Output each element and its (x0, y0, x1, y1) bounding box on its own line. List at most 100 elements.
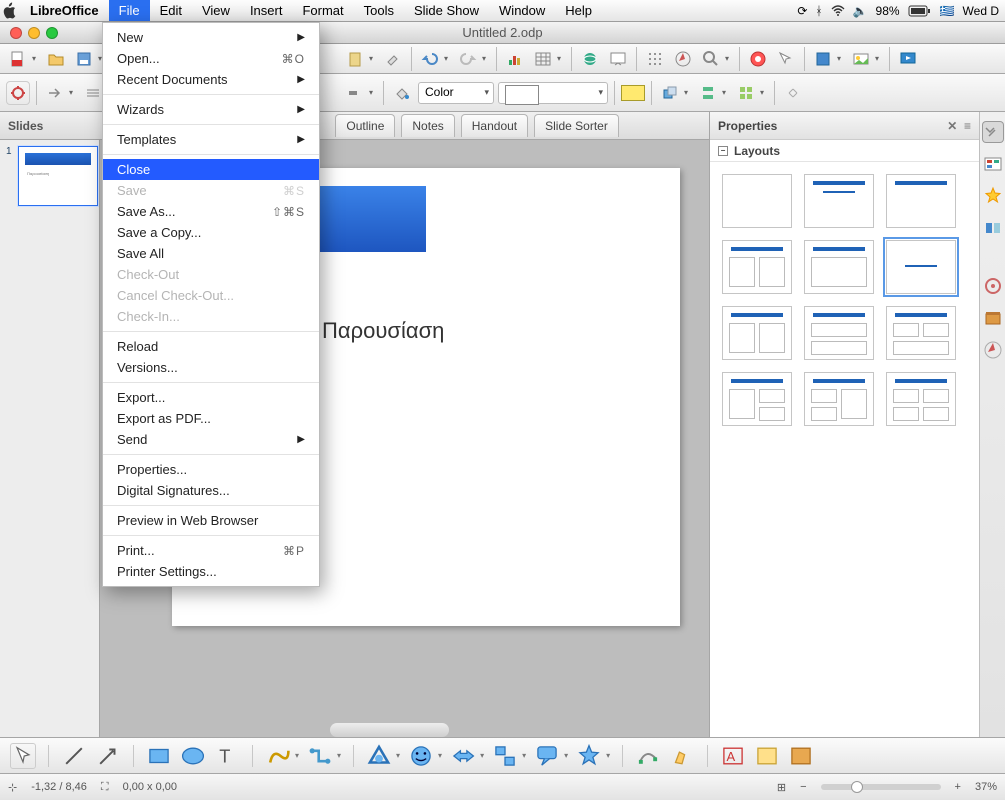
menu-file-versions[interactable]: Versions... (103, 357, 319, 378)
menu-file-exportpdf[interactable]: Export as PDF... (103, 408, 319, 429)
line-tool[interactable] (61, 743, 87, 769)
layout-obj-text[interactable] (722, 372, 792, 426)
from-file-tool[interactable] (754, 743, 780, 769)
menu-file-recent[interactable]: Recent Documents▶ (103, 69, 319, 90)
menu-tools[interactable]: Tools (354, 0, 404, 21)
arrow-style-dropdown[interactable]: ▾ (69, 88, 77, 97)
undo-dropdown[interactable]: ▾ (444, 54, 452, 63)
menu-file-reload[interactable]: Reload (103, 336, 319, 357)
arrange-dropdown[interactable]: ▾ (684, 88, 692, 97)
help-button[interactable] (746, 47, 770, 71)
arrange-button[interactable] (658, 81, 682, 105)
gallery-button[interactable] (849, 47, 873, 71)
rectangle-tool[interactable] (146, 743, 172, 769)
apple-menu[interactable] (0, 1, 20, 21)
save-button[interactable] (72, 47, 96, 71)
fill-color-combo[interactable]: ▾ (498, 82, 608, 104)
tab-handout[interactable]: Handout (461, 114, 528, 137)
sidebar-navigator-icon[interactable] (983, 340, 1003, 360)
app-name[interactable]: LibreOffice (20, 0, 109, 21)
new-doc-button[interactable] (6, 47, 30, 71)
menu-file-templates[interactable]: Templates▶ (103, 129, 319, 150)
layout-two-content[interactable] (722, 240, 792, 294)
whatsthis-button[interactable] (774, 47, 798, 71)
callout-tool[interactable] (534, 743, 560, 769)
menu-window[interactable]: Window (489, 0, 555, 21)
menu-file-export[interactable]: Export... (103, 387, 319, 408)
menu-insert[interactable]: Insert (240, 0, 293, 21)
slide-thumbnail-1[interactable]: 1 Παρουσίαση (6, 146, 93, 206)
layout-centered-text[interactable] (886, 240, 956, 294)
curve-tool[interactable] (265, 743, 291, 769)
presentation-button[interactable] (606, 47, 630, 71)
line-end-dropdown[interactable]: ▾ (369, 88, 377, 97)
menu-file-print[interactable]: Print...⌘P (103, 540, 319, 561)
gluepoints-tool[interactable] (669, 743, 695, 769)
menu-file-savecopy[interactable]: Save a Copy... (103, 222, 319, 243)
sidebar-styles-icon[interactable] (983, 276, 1003, 296)
extrusion-tool[interactable] (788, 743, 814, 769)
star-tool[interactable] (576, 743, 602, 769)
fontwork-gallery-tool[interactable]: A (720, 743, 746, 769)
ellipse-tool[interactable] (180, 743, 206, 769)
menu-file-wizards[interactable]: Wizards▶ (103, 99, 319, 120)
block-arrows-tool[interactable] (450, 743, 476, 769)
menu-slideshow[interactable]: Slide Show (404, 0, 489, 21)
align-dropdown[interactable]: ▾ (722, 88, 730, 97)
paste-button[interactable] (343, 47, 367, 71)
layout-four-obj[interactable] (886, 372, 956, 426)
menu-file-close[interactable]: Close (103, 159, 319, 180)
table-dropdown[interactable]: ▾ (557, 54, 565, 63)
callout-dropdown[interactable]: ▾ (564, 751, 568, 760)
menu-file-saveall[interactable]: Save All (103, 243, 319, 264)
hyperlink-button[interactable] (578, 47, 602, 71)
menu-file-preview[interactable]: Preview in Web Browser (103, 510, 319, 531)
sidebar-animation-icon[interactable] (983, 186, 1003, 206)
horizontal-scrollbar[interactable] (330, 723, 449, 737)
shadow-button[interactable] (621, 85, 645, 101)
menu-file-printersettings[interactable]: Printer Settings... (103, 561, 319, 582)
interaction-button[interactable] (781, 81, 805, 105)
zoom-dropdown[interactable]: ▾ (725, 54, 733, 63)
zoom-fit-button[interactable]: ⊞ (777, 781, 786, 794)
star-dropdown[interactable]: ▾ (606, 751, 610, 760)
layout-content[interactable] (804, 240, 874, 294)
sidebar-master-icon[interactable] (983, 154, 1003, 174)
flowchart-tool[interactable] (492, 743, 518, 769)
arrow-line-tool[interactable] (95, 743, 121, 769)
layout-blank[interactable] (722, 174, 792, 228)
zoom-out-button[interactable]: − (800, 781, 806, 793)
align-button[interactable] (696, 81, 720, 105)
navigator-button[interactable] (671, 47, 695, 71)
properties-close[interactable]: ✕ ≡ (947, 119, 971, 133)
fontwork-button[interactable] (811, 47, 835, 71)
zoom-slider[interactable] (821, 784, 941, 790)
grid-button[interactable] (643, 47, 667, 71)
sidebar-gallery-icon[interactable] (983, 308, 1003, 328)
gallery-dropdown[interactable]: ▾ (875, 54, 883, 63)
menu-file-open[interactable]: Open...⌘O (103, 48, 319, 69)
fill-style-combo[interactable]: Color▾ (418, 82, 494, 104)
menu-view[interactable]: View (192, 0, 240, 21)
curve-dropdown[interactable]: ▾ (295, 751, 299, 760)
undo-button[interactable] (418, 47, 442, 71)
layout-two-content-tall[interactable] (722, 306, 792, 360)
text-tool[interactable]: T (214, 743, 240, 769)
tab-notes[interactable]: Notes (401, 114, 454, 137)
tab-slidesorter[interactable]: Slide Sorter (534, 114, 619, 137)
new-doc-dropdown[interactable]: ▾ (32, 54, 40, 63)
menu-file-saveas[interactable]: Save As...⇧⌘S (103, 201, 319, 222)
options-button[interactable] (6, 81, 30, 105)
block-arrows-dropdown[interactable]: ▾ (480, 751, 484, 760)
slideshow-button[interactable] (896, 47, 920, 71)
fill-bucket-button[interactable] (390, 81, 414, 105)
connector-tool[interactable] (307, 743, 333, 769)
layout-title-content[interactable] (804, 174, 874, 228)
redo-button[interactable] (456, 47, 480, 71)
layout-content-2[interactable] (804, 306, 874, 360)
menu-file-new[interactable]: New▶ (103, 27, 319, 48)
redo-dropdown[interactable]: ▾ (482, 54, 490, 63)
basic-shapes-dropdown[interactable]: ▾ (396, 751, 400, 760)
points-tool[interactable] (635, 743, 661, 769)
menu-file-digsig[interactable]: Digital Signatures... (103, 480, 319, 501)
